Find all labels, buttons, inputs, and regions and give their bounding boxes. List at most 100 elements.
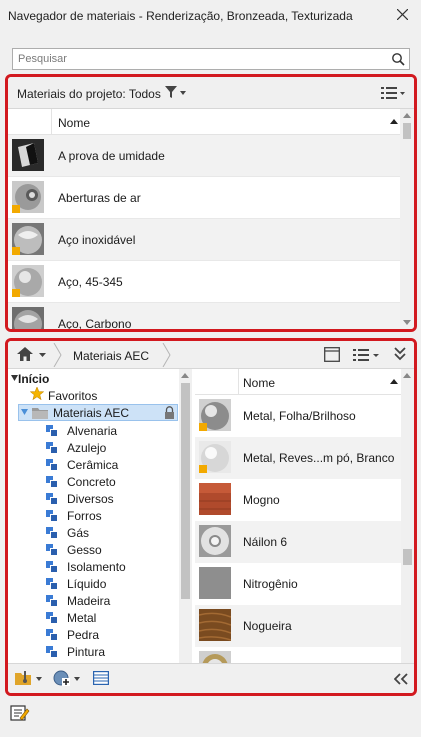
chevron-down-icon[interactable] xyxy=(39,353,46,357)
home-icon[interactable] xyxy=(17,347,33,361)
tree-item-label: Madeira xyxy=(67,594,111,608)
chevron-down-icon[interactable] xyxy=(180,91,186,95)
material-name: Nitrogênio xyxy=(243,577,298,591)
sort-ascending-icon xyxy=(390,379,398,384)
breadcrumb[interactable]: Materiais AEC xyxy=(73,349,149,363)
list-view-icon[interactable] xyxy=(353,348,379,362)
list-item[interactable]: Aço, Carbono xyxy=(8,303,400,331)
material-swatch xyxy=(199,441,231,473)
name-column-label: Nome xyxy=(243,376,276,390)
tree-item-label: Diversos xyxy=(67,492,114,506)
expand-arrow-icon[interactable] xyxy=(21,409,28,415)
list-view-icon[interactable] xyxy=(381,86,405,100)
chevron-down-icon[interactable] xyxy=(36,677,42,681)
tree-item-label: Cerâmica xyxy=(67,458,119,472)
close-button[interactable] xyxy=(384,0,421,30)
tree-item-favorites[interactable]: Favoritos xyxy=(48,389,97,403)
tree-item-category[interactable]: Líquido xyxy=(46,576,176,592)
list-item[interactable]: Aço inoxidável xyxy=(8,219,400,261)
material-swatch xyxy=(12,307,44,329)
list-item[interactable]: Metal, Reves...m pó, Branco xyxy=(195,437,401,479)
tree-item-category[interactable]: Cerâmica xyxy=(46,457,176,473)
material-swatch xyxy=(12,139,44,171)
tree-item-category[interactable]: Pedra xyxy=(46,627,176,643)
badge-icon xyxy=(12,205,20,213)
star-icon xyxy=(30,387,44,400)
material-swatch xyxy=(12,265,44,297)
scroll-thumb[interactable] xyxy=(403,123,411,139)
material-swatch xyxy=(12,223,44,255)
search-input[interactable] xyxy=(13,49,383,69)
tree-item-category[interactable]: Gesso xyxy=(46,542,176,558)
tree-item-category[interactable]: Concreto xyxy=(46,474,176,490)
material-name: Aberturas de ar xyxy=(58,191,141,205)
tree-item-category[interactable]: Isolamento xyxy=(46,559,176,575)
category-icon xyxy=(46,595,58,607)
tree-item-category[interactable]: Diversos xyxy=(46,491,176,507)
category-icon xyxy=(46,510,58,522)
scroll-up-icon[interactable] xyxy=(403,373,411,378)
tree-item-category[interactable]: Madeira xyxy=(46,593,176,609)
tree-scrollbar[interactable] xyxy=(179,369,192,663)
library-material-list: Nome Metal, Folha/Brilhoso Metal, Reves.… xyxy=(195,369,414,663)
list-item[interactable]: Aço, 45-345 xyxy=(8,261,400,303)
list-item[interactable]: A prova de umidade xyxy=(8,135,400,177)
scroll-thumb[interactable] xyxy=(181,383,190,599)
list-item[interactable]: Metal, Folha/Brilhoso xyxy=(195,395,401,437)
material-editor-icon[interactable] xyxy=(93,671,109,685)
tree-item-category[interactable]: Alvenaria xyxy=(46,423,176,439)
scroll-down-icon[interactable] xyxy=(403,320,411,325)
tree-root[interactable]: Início xyxy=(18,372,49,386)
library-column-header[interactable]: Nome xyxy=(195,369,401,395)
list-item[interactable]: Nogueira xyxy=(195,605,401,647)
lock-icon xyxy=(165,406,174,419)
list-item[interactable]: Mogno xyxy=(195,479,401,521)
add-material-icon[interactable] xyxy=(53,670,70,687)
material-name: Aço, Carbono xyxy=(58,317,132,331)
tree-item-category[interactable]: Metal xyxy=(46,610,176,626)
project-filter-label[interactable]: Materiais do projeto: Todos xyxy=(17,87,161,101)
search-icon[interactable] xyxy=(391,52,405,66)
tree-item-label: Alvenaria xyxy=(67,424,118,438)
project-column-header[interactable]: Nome xyxy=(8,109,400,135)
tree-item-category[interactable]: Forros xyxy=(46,508,176,524)
scroll-up-icon[interactable] xyxy=(403,113,411,118)
expand-arrow-icon[interactable] xyxy=(11,375,18,381)
breadcrumb-separator-icon xyxy=(53,343,62,367)
category-icon xyxy=(46,425,58,437)
toggle-panel-icon[interactable] xyxy=(324,347,340,362)
library-bottom-toolbar xyxy=(8,663,414,693)
tree-item-library-selected[interactable]: Materiais AEC xyxy=(18,404,178,421)
material-name: Nogueira xyxy=(243,619,292,633)
material-name: Metal, Reves...m pó, Branco xyxy=(243,451,395,465)
material-assets-icon[interactable] xyxy=(10,704,30,722)
material-swatch xyxy=(199,567,231,599)
tree-item-label: Isolamento xyxy=(67,560,126,574)
category-icon xyxy=(46,646,58,658)
filter-icon[interactable] xyxy=(165,86,177,98)
project-scrollbar[interactable] xyxy=(400,109,414,329)
library-scrollbar[interactable] xyxy=(401,369,414,663)
tree-item-label: Forros xyxy=(67,509,102,523)
column-separator xyxy=(238,369,239,395)
tree-item-category[interactable]: Azulejo xyxy=(46,440,176,456)
scroll-up-icon[interactable] xyxy=(181,373,189,378)
list-item[interactable]: Nitrogênio xyxy=(195,563,401,605)
tree-item-category[interactable]: Pintura xyxy=(46,644,176,660)
library-folder-icon[interactable] xyxy=(15,671,33,686)
tree-item-category[interactable]: Gás xyxy=(46,525,176,541)
list-item[interactable]: Náilon 6 xyxy=(195,521,401,563)
category-icon xyxy=(46,629,58,641)
tree-item-label: Concreto xyxy=(67,475,116,489)
list-item[interactable]: Aberturas de ar xyxy=(8,177,400,219)
chevron-down-icon[interactable] xyxy=(74,677,80,681)
collapse-left-icon[interactable] xyxy=(394,673,408,685)
material-name: Náilon 6 xyxy=(243,535,288,549)
column-separator xyxy=(51,109,52,135)
list-item[interactable] xyxy=(195,647,401,663)
collapse-double-chevron-icon[interactable] xyxy=(394,347,406,361)
folder-icon xyxy=(32,408,48,419)
material-name: Mogno xyxy=(243,493,280,507)
library-tree: Início Favoritos Materiais AEC Alvenaria… xyxy=(8,369,192,663)
scroll-thumb[interactable] xyxy=(403,549,412,565)
